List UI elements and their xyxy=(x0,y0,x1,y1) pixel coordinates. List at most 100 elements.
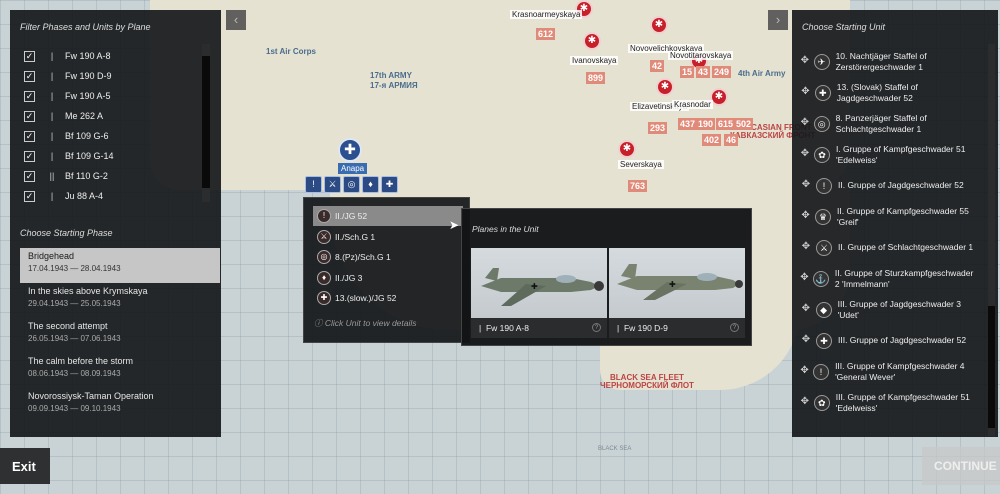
exit-button[interactable]: Exit xyxy=(0,448,50,484)
start-unit-item[interactable]: ✥ ✈ 10. Nachtjäger Staffel of Zerstörerges… xyxy=(800,46,980,77)
plane-card[interactable]: ✚ | Fw 190 A-8 ? xyxy=(471,248,607,338)
checkbox[interactable]: ✓ xyxy=(24,150,35,162)
start-unit-item[interactable]: ✥ ♛ II. Gruppe of Kampfgeschwader 55 'Grei… xyxy=(800,201,980,232)
town-marker-icon[interactable]: ✱ xyxy=(656,78,674,96)
checkbox[interactable]: ✓ xyxy=(24,130,35,142)
plane-icon: || xyxy=(49,171,55,181)
start-unit-item[interactable]: ✥ ✚ III. Gruppe of Jagdgeschwader 52 xyxy=(800,325,980,356)
start-unit-item[interactable]: ✥ ◎ 8. Panzerjäger Staffel of Schlachtgesc… xyxy=(800,108,980,139)
plane-filter-item[interactable]: ✓ | Fw 190 A-5 xyxy=(24,86,209,106)
plane-filter-item[interactable]: ✓ | Ju 88 A-4 xyxy=(24,186,209,206)
unit-chip[interactable]: ♦ xyxy=(362,176,379,193)
map-label: 17-я АРМИЯ xyxy=(370,81,418,90)
unit-chip[interactable]: ! xyxy=(305,176,322,193)
popup-unit-item[interactable]: ! II./JG 52 xyxy=(313,206,463,226)
start-unit-label: 10. Nachtjäger Staffel of Zerstörergesch… xyxy=(835,50,927,72)
start-unit-item[interactable]: ✥ ⚔ II. Gruppe of Schlachtgeschwader 1 xyxy=(800,232,980,263)
phase-list: Bridgehead 17.04.1943 — 28.04.1943 In the … xyxy=(20,248,220,423)
next-arrow-icon[interactable]: › xyxy=(768,10,788,30)
start-unit-item[interactable]: ✥ ✿ I. Gruppe of Kampfgeschwader 51 'Edelw… xyxy=(800,139,980,170)
plane-image: ✚ xyxy=(609,248,745,318)
plane-filter-item[interactable]: ✓ | Bf 109 G-6 xyxy=(24,126,209,146)
unit-chip[interactable]: ✚ xyxy=(381,176,398,193)
checkbox[interactable]: ✓ xyxy=(24,170,35,182)
plane-filter-item[interactable]: ✓ | Bf 109 G-14 xyxy=(24,146,209,166)
popup-unit-item[interactable]: ✚ 13.(slow.)/JG 52 xyxy=(313,288,396,308)
start-unit-title: Choose Starting Unit xyxy=(802,22,886,32)
unit-chip[interactable]: ◎ xyxy=(343,176,360,193)
start-unit-item[interactable]: ✥ ✚ 13. (Slovak) Staffel of Jagdgeschwader… xyxy=(800,77,980,108)
plane-icon: | xyxy=(50,191,54,201)
unit-strength-tag: 15 xyxy=(680,66,695,78)
plane-filter-label: Fw 190 D-9 xyxy=(65,71,112,81)
unit-emblem-icon: ◎ xyxy=(813,115,830,132)
unit-chip[interactable]: ⚔ xyxy=(324,176,341,193)
plane-filter-label: Me 262 A xyxy=(65,111,104,121)
unit-emblem-icon: ✚ xyxy=(814,84,831,101)
plane-filter-item[interactable]: ✓ | Me 262 A xyxy=(24,106,209,126)
phase-dates: 17.04.1943 — 28.04.1943 xyxy=(28,264,121,273)
checkbox[interactable]: ✓ xyxy=(24,190,35,202)
plane-filter-list: ✓ | Fw 190 A-8 ✓ | Fw 190 D-9 ✓ | Fw 190 A-5 ✓ | Me… xyxy=(24,46,209,206)
prev-arrow-icon[interactable]: ‹ xyxy=(226,10,246,30)
unit-emblem-icon: ✿ xyxy=(813,394,830,411)
town-marker-icon[interactable]: ✱ xyxy=(618,140,636,158)
unit-strength-tag: 612 xyxy=(536,28,556,40)
continue-button[interactable]: CONTINUE xyxy=(922,447,1000,485)
drag-icon: ✥ xyxy=(801,210,810,222)
start-unit-item[interactable]: ✥ ⚓ II. Gruppe of Sturzkampfgeschwader 2 '… xyxy=(800,263,980,294)
popup-unit-item[interactable]: ◎ 8.(Pz)/Sch.G 1 xyxy=(313,247,391,267)
start-unit-label: III. Gruppe of Jagdgeschwader 3 'Udet' xyxy=(837,298,961,320)
help-icon[interactable]: ? xyxy=(592,323,601,332)
svg-text:✚: ✚ xyxy=(669,280,676,289)
unit-strength-tag: 437 xyxy=(678,118,698,130)
checkbox[interactable]: ✓ xyxy=(24,50,35,62)
help-icon[interactable]: ? xyxy=(730,323,739,332)
start-unit-label: II. Gruppe of Jagdgeschwader 52 xyxy=(838,180,964,191)
plane-filter-item[interactable]: ✓ | Fw 190 A-8 xyxy=(24,46,209,66)
plane-icon: | xyxy=(50,51,54,61)
start-unit-item[interactable]: ✥ ✿ III. Gruppe of Kampfgeschwader 51 'Ede… xyxy=(800,387,980,418)
plane-filter-item[interactable]: ✓ || Bf 110 G-2 xyxy=(24,166,209,186)
checkbox[interactable]: ✓ xyxy=(24,70,35,82)
plane-filter-label: Fw 190 A-5 xyxy=(65,91,111,101)
plane-filter-label: Bf 110 G-2 xyxy=(65,171,108,181)
plane-filter-item[interactable]: ✓ | Fw 190 D-9 xyxy=(24,66,209,86)
popup-unit-label: II./JG 52 xyxy=(335,211,368,221)
start-unit-item[interactable]: ✥! II. Gruppe of Jagdgeschwader 52 xyxy=(800,170,980,201)
phase-item[interactable]: Bridgehead 17.04.1943 — 28.04.1943 xyxy=(20,248,220,283)
plane-image: ✚ xyxy=(471,248,607,318)
town-marker-icon[interactable]: ✱ xyxy=(583,32,601,50)
town-marker-icon[interactable]: ✱ xyxy=(650,16,668,34)
checkbox[interactable]: ✓ xyxy=(24,110,35,122)
start-unit-item[interactable]: ✥! III. Gruppe of Kampfgeschwader 4 'Gene… xyxy=(800,356,980,387)
checkbox[interactable]: ✓ xyxy=(24,90,35,102)
map-label: 17th ARMY xyxy=(370,71,412,80)
start-unit-list: ✥ ✈ 10. Nachtjäger Staffel of Zerstörerges… xyxy=(800,46,980,418)
planes-in-unit-panel: Planes in the Unit ✚ | Fw 190 A-8 ? ✚ | … xyxy=(461,208,752,346)
start-unit-item[interactable]: ✥ ◆ III. Gruppe of Jagdgeschwader 3 'Udet' xyxy=(800,294,980,325)
plane-icon: | xyxy=(50,111,54,121)
unit-strength-tag: 190 xyxy=(696,118,716,130)
unit-emblem-icon: ✈ xyxy=(813,53,830,70)
map-label: 1st Air Corps xyxy=(266,47,316,56)
phase-dates: 09.09.1943 — 09.10.1943 xyxy=(28,404,121,413)
unit-emblem-icon: ⚔ xyxy=(816,239,832,256)
phase-item[interactable]: The calm before the storm 08.06.1943 — 08… xyxy=(20,353,220,388)
airfield-marker[interactable]: ✚ xyxy=(338,138,362,162)
phase-name: Novorossiysk-Taman Operation xyxy=(28,391,154,401)
plane-card[interactable]: ✚ | Fw 190 D-9 ? xyxy=(609,248,745,338)
airfield-label: Anapa xyxy=(338,163,368,174)
popup-unit-item[interactable]: ⚔ II./Sch.G 1 xyxy=(313,227,375,247)
unit-strength-tag: 899 xyxy=(586,72,606,84)
filter-scrollbar[interactable] xyxy=(202,44,210,202)
unit-strength-tag: 402 xyxy=(702,134,722,146)
unit-scrollbar[interactable] xyxy=(988,44,995,436)
phase-item[interactable]: Novorossiysk-Taman Operation 09.09.1943 —… xyxy=(20,388,220,423)
start-unit-label: I. Gruppe of Kampfgeschwader 51 'Edelwei… xyxy=(835,143,966,165)
plane-card-label: | Fw 190 D-9 xyxy=(617,323,668,333)
phase-item[interactable]: In the skies above Krymskaya 29.04.1943 —… xyxy=(20,283,220,318)
town-label: Krasnoarmeyskaya xyxy=(510,10,583,19)
phase-item[interactable]: The second attempt 26.05.1943 — 07.06.194… xyxy=(20,318,220,353)
popup-unit-item[interactable]: ♦ II./JG 3 xyxy=(313,268,362,288)
